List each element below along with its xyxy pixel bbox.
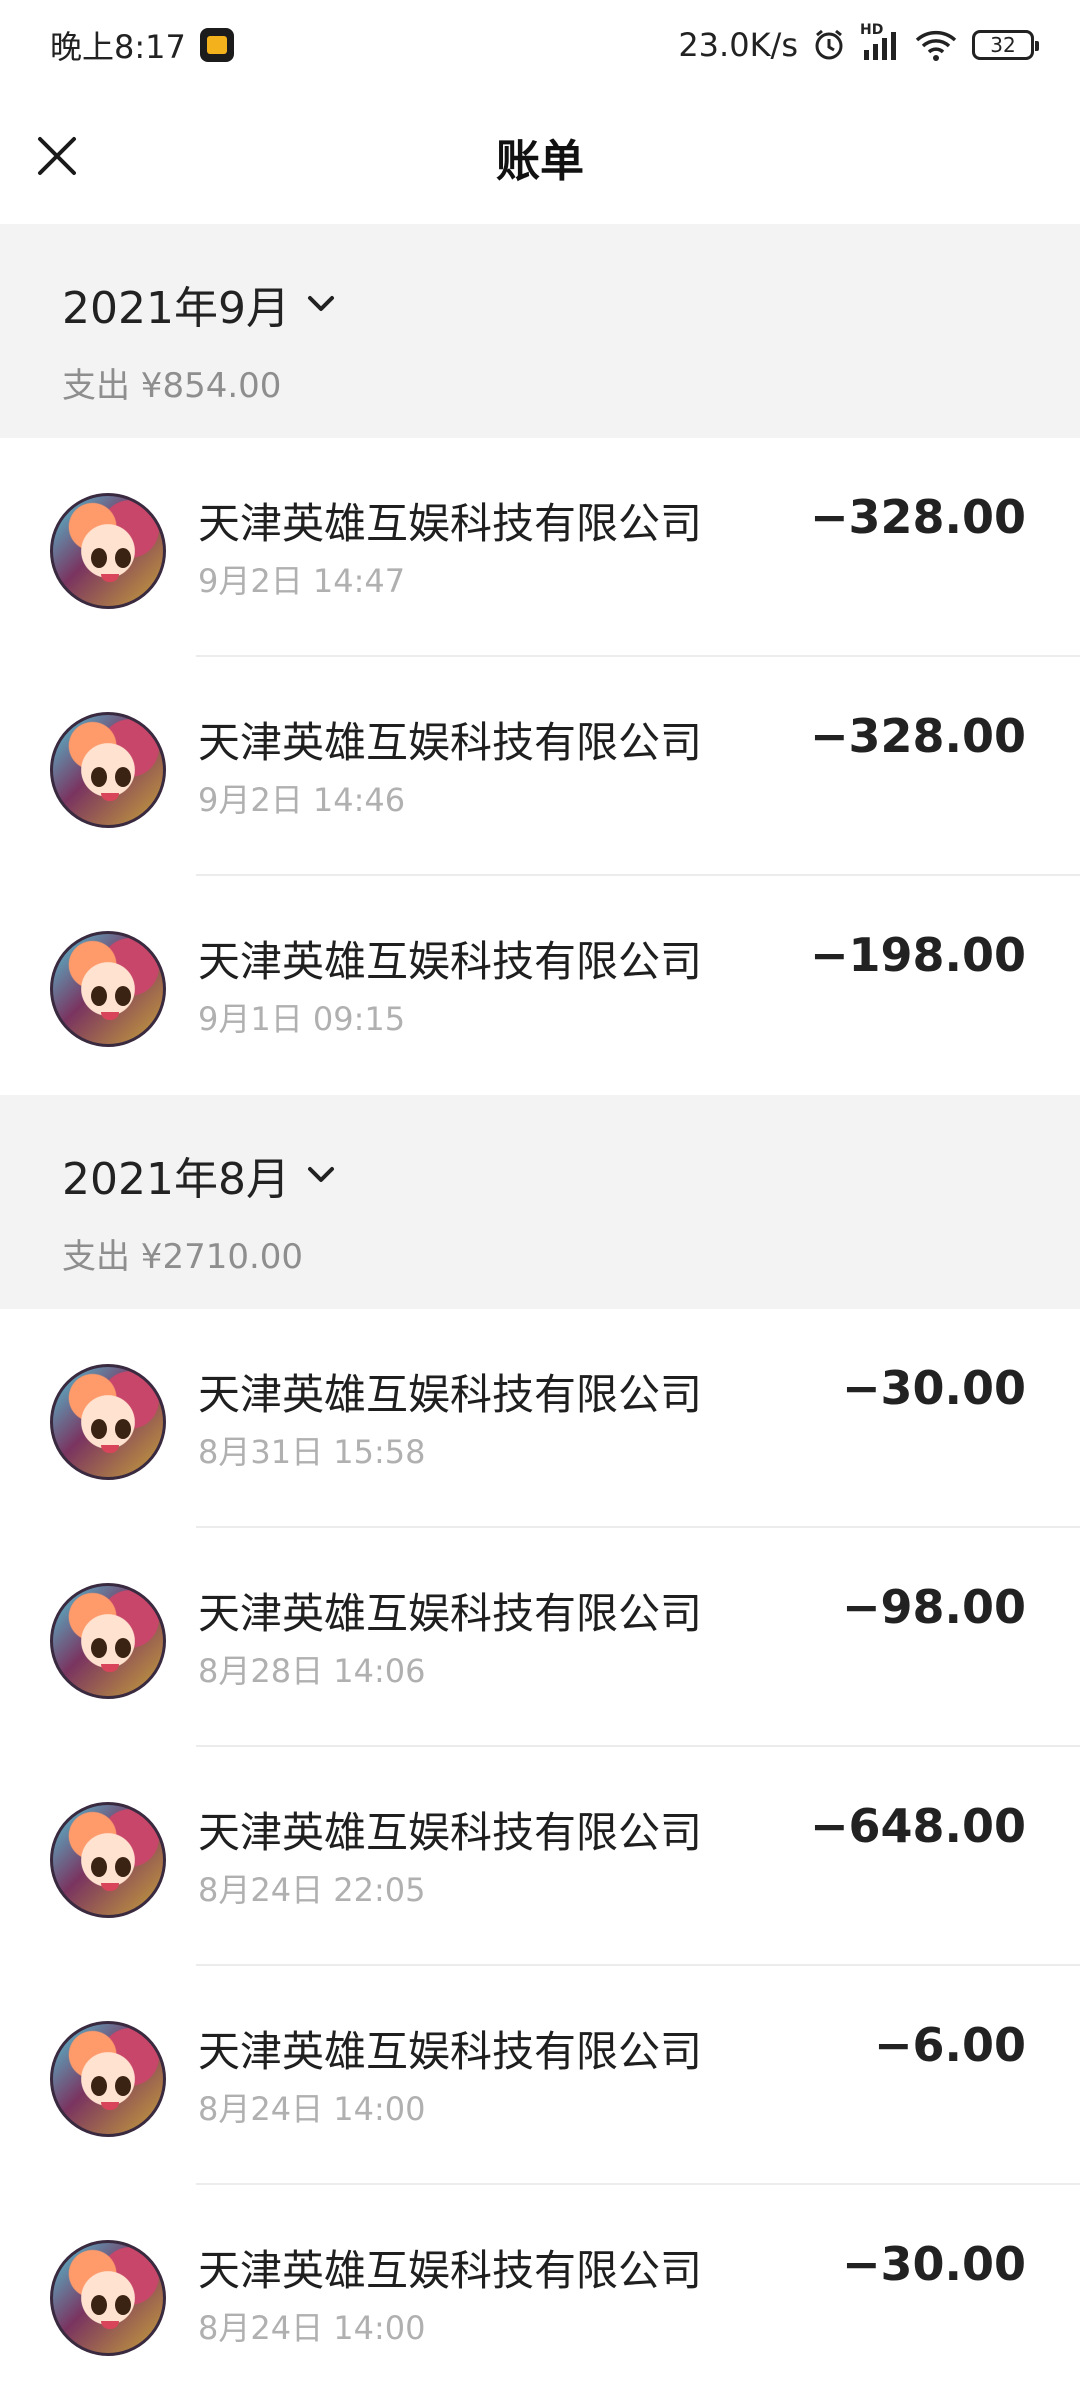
chevron-down-icon [307,1167,334,1182]
merchant-name: 天津英雄互娱科技有限公司 [198,499,703,548]
transaction-amount: −648.00 [809,1799,1026,1853]
transaction-amount: −6.00 [873,2018,1026,2072]
chevron-down-icon [307,296,334,311]
battery-level: 32 [990,33,1016,57]
merchant-avatar [50,2240,166,2356]
network-speed: 23.0K/s [678,26,798,64]
merchant-avatar [50,931,166,1047]
transaction-time: 8月24日 22:05 [198,1871,426,1909]
merchant-avatar [50,712,166,828]
status-right: 23.0K/s HD 32 [678,22,1039,64]
transaction-row[interactable]: 天津英雄互娱科技有限公司 9月1日 09:15 −198.00 [0,876,1080,1095]
page-title: 账单 [496,136,584,187]
month-title: 2021年9月 [62,283,290,334]
merchant-name: 天津英雄互娱科技有限公司 [198,2027,703,2076]
transaction-time: 9月2日 14:47 [198,562,406,600]
transaction-time: 9月1日 09:15 [198,1000,406,1038]
close-icon [38,137,76,175]
bill-screen: 晚上8:17 23.0K/s HD 32 账单 2021年9月 支出 ¥854.… [0,0,1080,2400]
transaction-row[interactable]: 天津英雄互娱科技有限公司 9月2日 14:46 −328.00 [0,657,1080,876]
month-header-2021-09[interactable]: 2021年9月 支出 ¥854.00 [0,224,1080,438]
merchant-name: 天津英雄互娱科技有限公司 [198,1370,703,1419]
month-title: 2021年8月 [62,1154,290,1205]
month-header-2021-08[interactable]: 2021年8月 支出 ¥2710.00 [0,1095,1080,1309]
transaction-amount: −98.00 [841,1580,1026,1634]
battery-icon: 32 [972,30,1039,60]
transaction-row[interactable]: 天津英雄互娱科技有限公司 8月31日 15:58 −30.00 [0,1309,1080,1528]
transaction-row[interactable]: 天津英雄互娱科技有限公司 9月2日 14:47 −328.00 [0,438,1080,657]
notification-app-icon [199,28,234,62]
transaction-time: 8月24日 14:00 [198,2090,426,2128]
transaction-amount: −198.00 [809,928,1026,982]
transaction-row[interactable]: 天津英雄互娱科技有限公司 8月24日 22:05 −648.00 [0,1747,1080,1966]
merchant-name: 天津英雄互娱科技有限公司 [198,1589,703,1638]
top-bar: 账单 [0,90,1080,224]
merchant-avatar [50,1583,166,1699]
signal-hd-tag: HD [860,22,884,38]
transaction-row[interactable]: 天津英雄互娱科技有限公司 8月24日 14:00 −30.00 [0,2185,1080,2400]
transaction-amount: −328.00 [809,490,1026,544]
status-time: 晚上8:17 [50,28,186,66]
merchant-avatar [50,1802,166,1918]
month-expense-summary: 支出 ¥854.00 [62,366,282,406]
transaction-amount: −328.00 [809,709,1026,763]
alarm-icon [812,28,846,62]
month-expense-summary: 支出 ¥2710.00 [62,1237,304,1277]
transaction-amount: −30.00 [841,1361,1026,1415]
wifi-icon [914,28,958,62]
merchant-name: 天津英雄互娱科技有限公司 [198,937,703,986]
transaction-row[interactable]: 天津英雄互娱科技有限公司 8月28日 14:06 −98.00 [0,1528,1080,1747]
transaction-time: 8月28日 14:06 [198,1652,426,1690]
transaction-time: 8月24日 14:00 [198,2309,426,2347]
status-left: 晚上8:17 [50,22,234,68]
merchant-avatar [50,493,166,609]
transaction-time: 8月31日 15:58 [198,1433,426,1471]
merchant-avatar [50,1364,166,1480]
merchant-avatar [50,2021,166,2137]
transaction-amount: −30.00 [841,2237,1026,2291]
transaction-time: 9月2日 14:46 [198,781,406,819]
status-bar: 晚上8:17 23.0K/s HD 32 [0,0,1080,90]
close-button[interactable] [28,127,86,185]
cellular-signal-icon: HD [860,22,900,62]
merchant-name: 天津英雄互娱科技有限公司 [198,2246,703,2295]
transaction-row[interactable]: 天津英雄互娱科技有限公司 8月24日 14:00 −6.00 [0,1966,1080,2185]
merchant-name: 天津英雄互娱科技有限公司 [198,718,703,767]
merchant-name: 天津英雄互娱科技有限公司 [198,1808,703,1857]
